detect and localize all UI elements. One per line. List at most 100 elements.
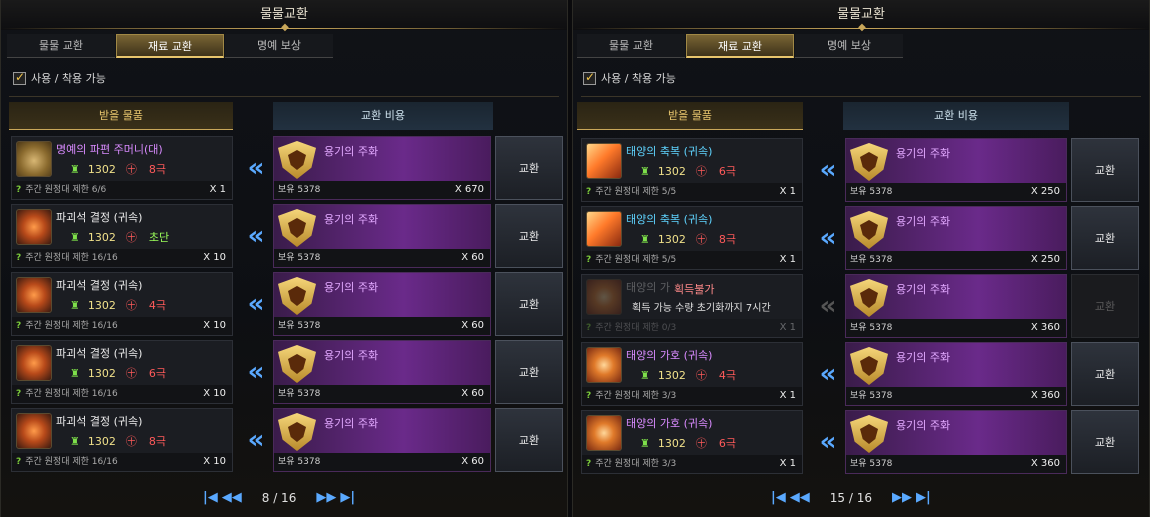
reward-qty: X 10 (203, 388, 226, 399)
reward-item-top: 파괴석 결정 (귀속) ♜ 1302 ㊉ 4극 (12, 273, 232, 317)
exchange-button[interactable]: 교환 (1071, 138, 1139, 202)
reward-item[interactable]: 파괴석 결정 (귀속) ♜ 1302 ㊉ 8극 ? 주간 원정대 제한 16/16… (11, 408, 233, 472)
exchange-row: 파괴석 결정 (귀속) ♜ 1302 ㊉ 초단 ? 주간 원정대 제한 16/16… (1, 204, 567, 268)
cost-owned-text: 보유 5378 (278, 389, 321, 399)
last-page-button[interactable]: ▶| (340, 490, 355, 505)
cost-qty: X 360 (1030, 322, 1060, 333)
bound-seal-icon: ㊉ (125, 299, 137, 312)
reward-item[interactable]: 태양의 가호 (귀속) ♜ 1302 ㊉ 4극 ? 주간 원정대 제한 3/3 X… (581, 342, 803, 406)
help-icon[interactable]: ? (586, 187, 591, 197)
exchange-button[interactable]: 교환 (495, 340, 563, 404)
reward-qty: X 1 (779, 254, 796, 265)
bound-seal-icon: ㊉ (125, 163, 137, 176)
item-stats: ♜ 1302 ㊉ 초단 (70, 229, 169, 245)
cost-qty: X 250 (1030, 186, 1060, 197)
tab-honor[interactable]: 명예 보상 (225, 34, 333, 58)
reward-qty: X 10 (203, 252, 226, 263)
help-icon[interactable]: ? (16, 457, 21, 467)
cost-item: 용기의 주화 보유 5378 X 60 (273, 340, 491, 404)
usable-filter[interactable]: 사용 / 착용 가능 (583, 70, 676, 86)
guard-icon (586, 279, 622, 315)
cost-qty: X 360 (1030, 390, 1060, 401)
reward-item[interactable]: 태양의 가 ? 주간 원정대 제한 0/3 X 1 획득불가 획득 가능 수량 초… (581, 274, 803, 338)
cost-item-name: 용기의 주화 (896, 215, 951, 228)
header-receive: 받을 물품 (9, 102, 233, 130)
unavailable-reset-note: 획득 가능 수량 초기화까지 7시간 (632, 303, 771, 314)
item-stats: ♜ 1302 ㊉ 6극 (640, 435, 736, 451)
tab-material[interactable]: 재료 교환 (686, 34, 794, 58)
weekly-limit: ? 주간 원정대 제한 3/3 X 1 (582, 455, 802, 473)
help-icon[interactable]: ? (586, 459, 591, 469)
reward-item[interactable]: 파괴석 결정 (귀속) ♜ 1302 ㊉ 6극 ? 주간 원정대 제한 16/16… (11, 340, 233, 404)
cost-item-name: 용기의 주화 (896, 283, 951, 296)
reward-item[interactable]: 파괴석 결정 (귀속) ♜ 1302 ㊉ 초단 ? 주간 원정대 제한 16/16… (11, 204, 233, 268)
next-page-button[interactable]: ▶▶ (316, 490, 336, 505)
cost-qty: X 60 (461, 252, 484, 263)
item-grade: 4극 (718, 369, 736, 382)
exchange-arrow-icon: « (819, 291, 837, 321)
reward-item[interactable]: 명예의 파편 주머니(대) ♜ 1302 ㊉ 8극 ? 주간 원정대 제한 6/6… (11, 136, 233, 200)
weekly-limit: ? 주간 원정대 제한 5/5 X 1 (582, 251, 802, 269)
help-icon[interactable]: ? (16, 321, 21, 331)
tab-barter[interactable]: 물물 교환 (577, 34, 685, 58)
exchange-button[interactable]: 교환 (1071, 274, 1139, 338)
header-receive: 받을 물품 (577, 102, 803, 130)
cost-item-name: 용기의 주화 (324, 213, 379, 226)
bound-seal-icon: ㊉ (695, 165, 707, 178)
weekly-limit: ? 주간 원정대 제한 16/16 X 10 (12, 317, 232, 335)
help-icon[interactable]: ? (586, 323, 591, 333)
exchange-button[interactable]: 교환 (1071, 206, 1139, 270)
tab-material[interactable]: 재료 교환 (116, 34, 224, 58)
help-icon[interactable]: ? (16, 185, 21, 195)
reward-item[interactable]: 태양의 축복 (귀속) ♜ 1302 ㊉ 6극 ? 주간 원정대 제한 5/5 X… (581, 138, 803, 202)
cost-item-name: 용기의 주화 (896, 419, 951, 432)
exchange-arrow-icon: « (819, 427, 837, 457)
reward-item[interactable]: 태양의 축복 (귀속) ♜ 1302 ㊉ 8극 ? 주간 원정대 제한 5/5 X… (581, 206, 803, 270)
last-page-button[interactable]: ▶| (916, 490, 931, 505)
weekly-limit-text: 주간 원정대 제한 5/5 (595, 187, 677, 197)
usable-filter[interactable]: 사용 / 착용 가능 (13, 70, 106, 86)
cost-item: 용기의 주화 보유 5378 X 60 (273, 204, 491, 268)
bound-seal-icon: ㊉ (125, 435, 137, 448)
prev-page-button[interactable]: ◀◀ (222, 490, 242, 505)
exchange-button[interactable]: 교환 (1071, 342, 1139, 406)
reward-item[interactable]: 태양의 가호 (귀속) ♜ 1302 ㊉ 6극 ? 주간 원정대 제한 3/3 X… (581, 410, 803, 474)
reward-qty: X 1 (779, 322, 796, 333)
weekly-limit-text: 주간 원정대 제한 3/3 (595, 391, 677, 401)
item-stats: ♜ 1302 ㊉ 4극 (70, 297, 166, 313)
first-page-button[interactable]: |◀ (771, 490, 786, 505)
exchange-button[interactable]: 교환 (495, 272, 563, 336)
tab-honor[interactable]: 명예 보상 (795, 34, 903, 58)
help-icon[interactable]: ? (586, 255, 591, 265)
cost-owned-text: 보유 5378 (278, 185, 321, 195)
stone-icon (16, 413, 52, 449)
courage-coin-icon (278, 413, 316, 451)
cost-owned-text: 보유 5378 (278, 457, 321, 467)
reward-qty: X 1 (779, 390, 796, 401)
reward-item[interactable]: 파괴석 결정 (귀속) ♜ 1302 ㊉ 4극 ? 주간 원정대 제한 16/16… (11, 272, 233, 336)
help-icon[interactable]: ? (586, 391, 591, 401)
cost-owned: 보유 5378 X 60 (274, 453, 490, 471)
help-icon[interactable]: ? (16, 389, 21, 399)
header-cost: 교환 비용 (273, 102, 493, 130)
exchange-button[interactable]: 교환 (1071, 410, 1139, 474)
cost-item: 용기의 주화 보유 5378 X 250 (845, 138, 1067, 202)
courage-coin-icon (850, 143, 888, 181)
cost-item: 용기의 주화 보유 5378 X 250 (845, 206, 1067, 270)
first-page-button[interactable]: |◀ (203, 490, 218, 505)
exchange-arrow-icon: « (247, 221, 265, 251)
exchange-button[interactable]: 교환 (495, 408, 563, 472)
exchange-button[interactable]: 교환 (495, 136, 563, 200)
next-page-button[interactable]: ▶▶ (892, 490, 912, 505)
usable-checkbox[interactable] (13, 70, 26, 85)
tab-barter[interactable]: 물물 교환 (7, 34, 115, 58)
cost-item-name: 용기의 주화 (324, 417, 379, 430)
exchange-row: 태양의 가 ? 주간 원정대 제한 0/3 X 1 획득불가 획득 가능 수량 초… (573, 274, 1149, 338)
help-icon[interactable]: ? (16, 253, 21, 263)
item-level: 1302 (657, 164, 686, 178)
bound-seal-icon: ㊉ (125, 231, 137, 244)
prev-page-button[interactable]: ◀◀ (790, 490, 810, 505)
exchange-button[interactable]: 교환 (495, 204, 563, 268)
helmet-icon: ♜ (70, 298, 80, 312)
usable-checkbox[interactable] (583, 70, 596, 85)
